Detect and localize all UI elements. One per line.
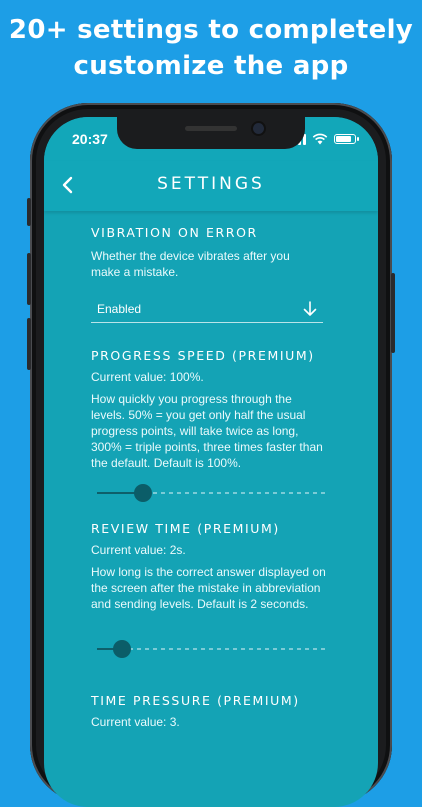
- setting-title: VIBRATION ON ERROR: [91, 225, 258, 240]
- setting-description: Whether the device vibrates after you ma…: [91, 249, 290, 279]
- speaker-grille: [185, 126, 237, 131]
- arrow-down-icon: [303, 300, 317, 316]
- setting-title: PROGRESS SPEED (PREMIUM): [91, 348, 315, 363]
- vibration-selected-value: Enabled: [97, 301, 142, 316]
- promo-line-1: 20+ settings to completely: [8, 15, 414, 45]
- setting-description: How long is the correct answer displayed…: [91, 565, 326, 611]
- slider-thumb[interactable]: [134, 484, 152, 502]
- wifi-icon: [312, 133, 328, 145]
- battery-icon: [334, 134, 359, 144]
- phone-screen: 20:37 SETTINGS VIBRATION ON ERROR Whethe…: [44, 117, 378, 807]
- volume-up-button: [27, 253, 31, 305]
- progress-speed-slider[interactable]: [97, 482, 327, 504]
- vibration-select[interactable]: Enabled: [91, 295, 323, 323]
- front-camera: [253, 123, 264, 134]
- setting-current-value: Current value: 2s.: [91, 543, 186, 557]
- phone-frame: 20:37 SETTINGS VIBRATION ON ERROR Whethe…: [27, 103, 395, 807]
- setting-title: REVIEW TIME (PREMIUM): [91, 521, 280, 536]
- volume-down-button: [27, 318, 31, 370]
- status-time: 20:37: [72, 131, 108, 147]
- power-button: [391, 273, 395, 353]
- setting-current-value: Current value: 3.: [91, 715, 180, 729]
- nav-bar: SETTINGS: [44, 161, 378, 211]
- slider-track: [97, 648, 327, 650]
- phone-notch: [117, 117, 305, 149]
- promo-headline: 20+ settings to completely customize the…: [0, 12, 422, 84]
- slider-thumb[interactable]: [113, 640, 132, 658]
- setting-current-value: Current value: 100%.: [91, 370, 204, 384]
- setting-description: How quickly you progress through the lev…: [91, 392, 323, 470]
- promo-line-2: customize the app: [73, 51, 349, 81]
- setting-title: TIME PRESSURE (PREMIUM): [91, 693, 300, 708]
- mute-switch: [27, 198, 31, 226]
- review-time-slider[interactable]: [97, 638, 327, 660]
- page-title: SETTINGS: [157, 174, 265, 194]
